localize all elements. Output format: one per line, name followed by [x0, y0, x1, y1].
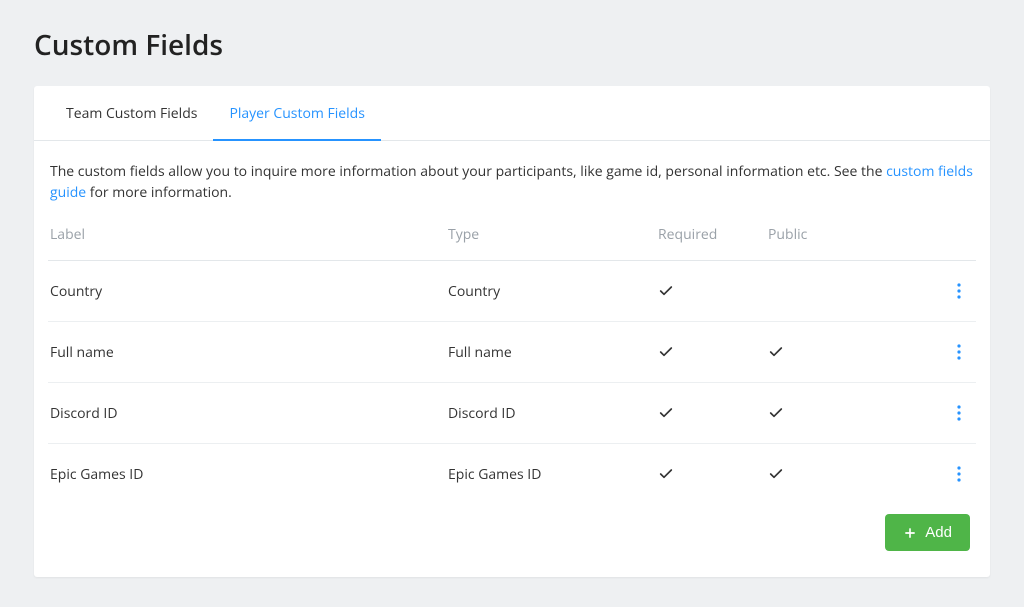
dots-vertical-icon: [957, 405, 961, 421]
row-label: Country: [50, 282, 448, 301]
row-type: Full name: [448, 343, 658, 362]
check-icon: [658, 466, 674, 482]
col-header-public: Public: [768, 225, 898, 244]
plus-icon: [903, 526, 917, 540]
row-actions-button[interactable]: [948, 338, 970, 366]
dots-vertical-icon: [957, 283, 961, 299]
intro-text: The custom fields allow you to inquire m…: [48, 161, 976, 209]
col-header-label: Label: [50, 225, 448, 244]
dots-vertical-icon: [957, 344, 961, 360]
row-actions-button[interactable]: [948, 399, 970, 427]
table-row: Discord ID Discord ID: [48, 383, 976, 444]
actions-bar: Add: [48, 504, 976, 555]
check-icon: [768, 405, 784, 421]
intro-post: for more information.: [86, 183, 232, 202]
check-icon: [658, 405, 674, 421]
tab-player-custom-fields[interactable]: Player Custom Fields: [213, 86, 380, 141]
intro-pre: The custom fields allow you to inquire m…: [50, 162, 886, 181]
check-icon: [658, 283, 674, 299]
row-actions-button[interactable]: [948, 460, 970, 488]
custom-fields-table: Label Type Required Public Country Count…: [48, 209, 976, 504]
page-title: Custom Fields: [34, 26, 990, 64]
col-header-type: Type: [448, 225, 658, 244]
col-header-required: Required: [658, 225, 768, 244]
row-actions-button[interactable]: [948, 277, 970, 305]
row-type: Epic Games ID: [448, 465, 658, 484]
custom-fields-card: Team Custom Fields Player Custom Fields …: [34, 86, 990, 577]
check-icon: [768, 344, 784, 360]
check-icon: [768, 466, 784, 482]
row-label: Epic Games ID: [50, 465, 448, 484]
add-button[interactable]: Add: [885, 514, 970, 551]
tab-team-custom-fields[interactable]: Team Custom Fields: [50, 86, 213, 141]
row-label: Full name: [50, 343, 448, 362]
tabs: Team Custom Fields Player Custom Fields: [34, 86, 990, 141]
table-row: Epic Games ID Epic Games ID: [48, 444, 976, 504]
table-row: Country Country: [48, 261, 976, 322]
table-header: Label Type Required Public: [48, 209, 976, 261]
row-label: Discord ID: [50, 404, 448, 423]
dots-vertical-icon: [957, 466, 961, 482]
check-icon: [658, 344, 674, 360]
row-type: Country: [448, 282, 658, 301]
table-row: Full name Full name: [48, 322, 976, 383]
add-button-label: Add: [925, 524, 952, 541]
row-type: Discord ID: [448, 404, 658, 423]
